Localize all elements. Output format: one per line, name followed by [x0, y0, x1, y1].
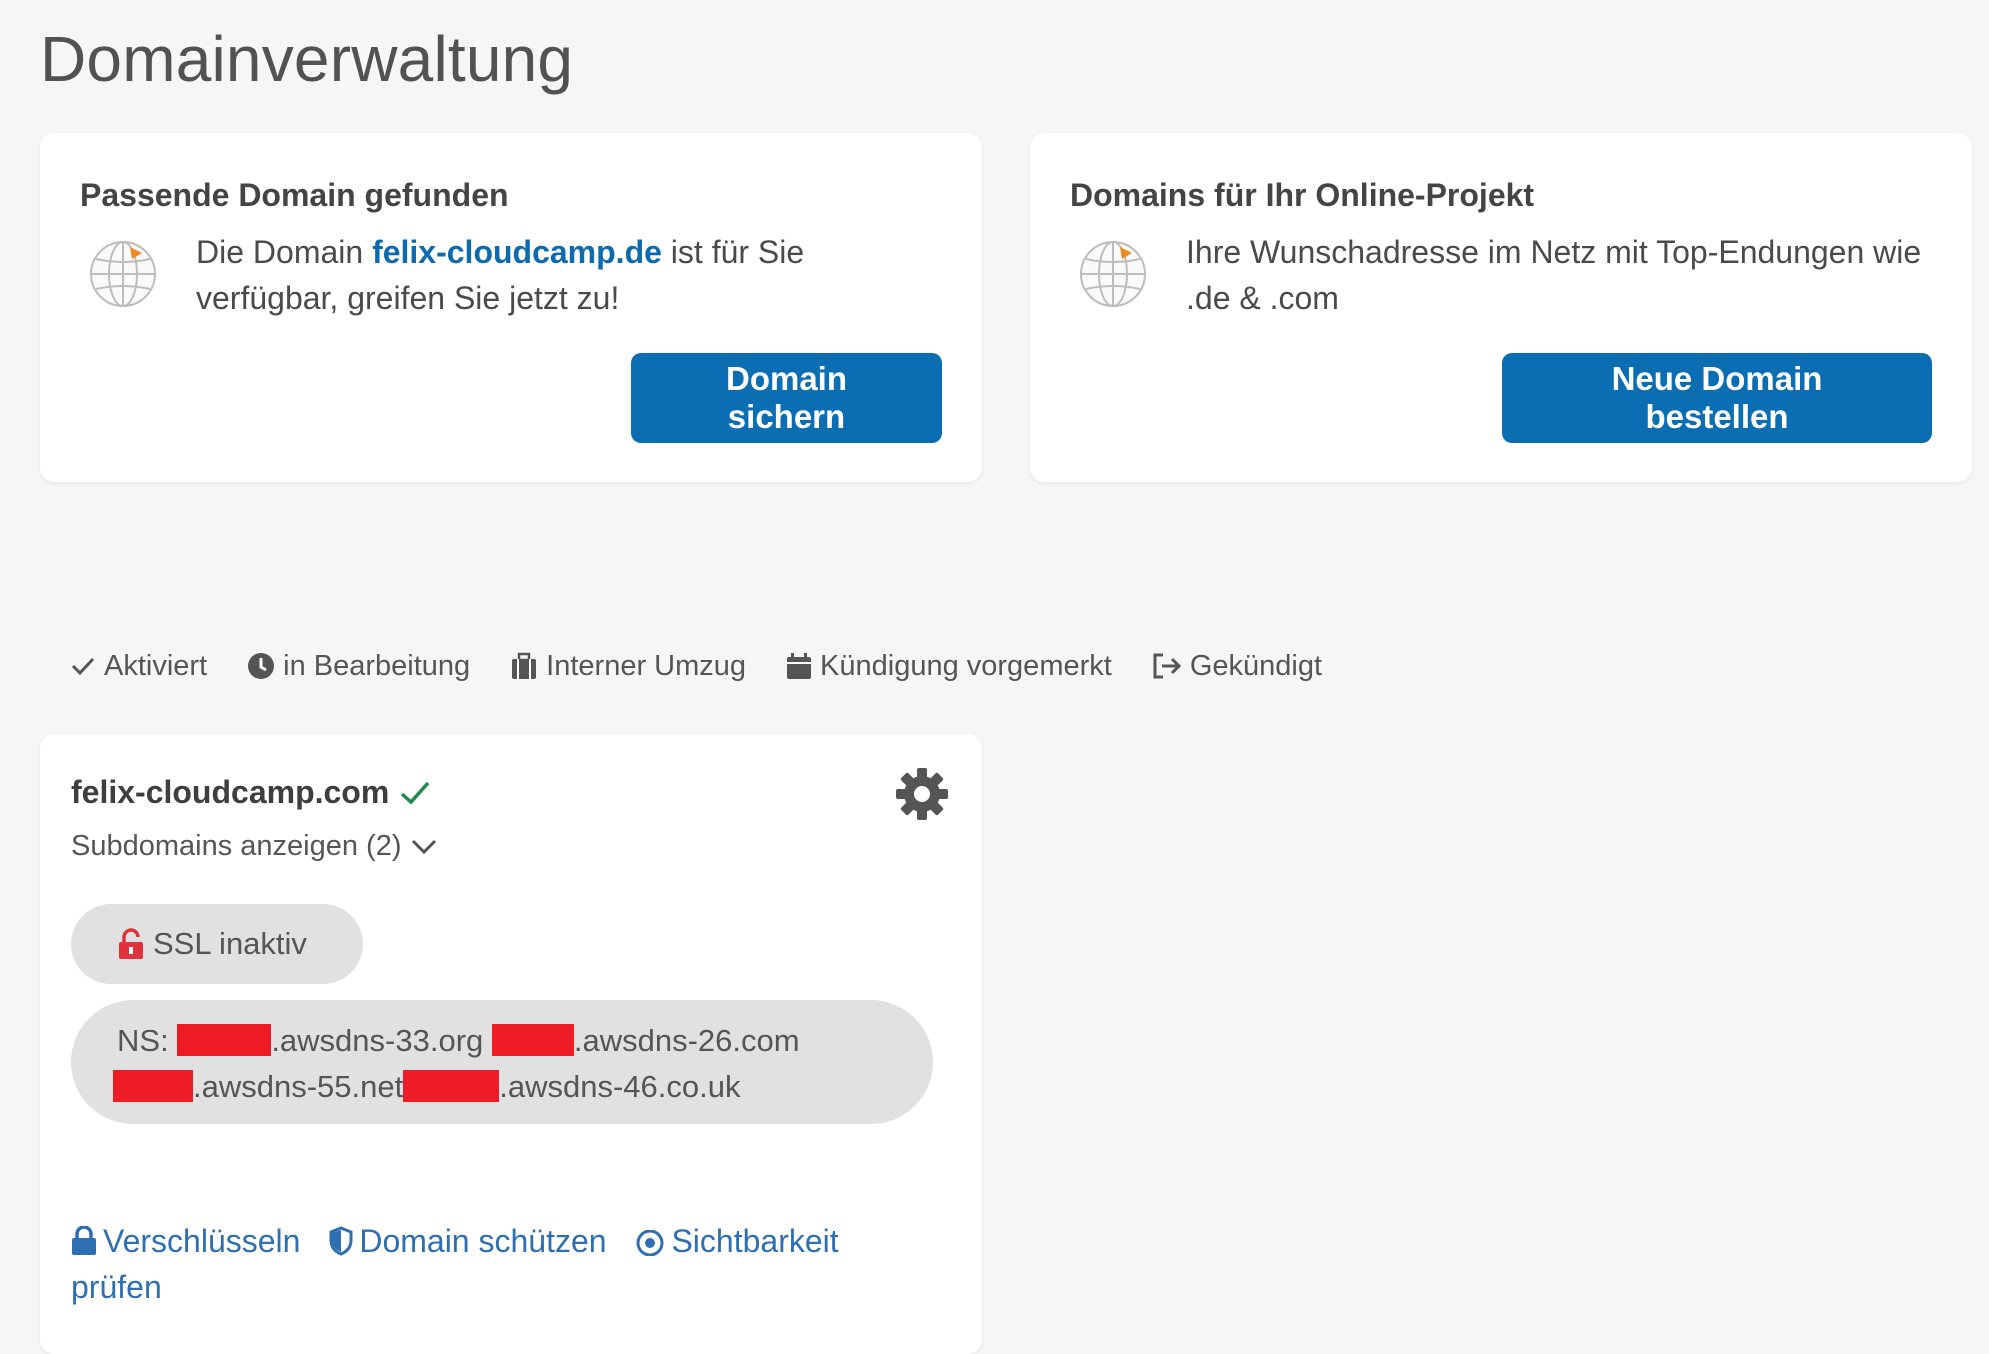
promo-text-before: Die Domain [196, 234, 373, 270]
legend-item-interner-umzug: Interner Umzug [510, 650, 746, 683]
check-icon [71, 657, 95, 676]
nameserver-badge: NS: .awsdns-33.org .awsdns-26.com .awsdn… [71, 1000, 933, 1124]
domain-name-row: felix-cloudcamp.com [71, 774, 431, 811]
chevron-down-icon [412, 839, 437, 854]
clock-icon [248, 653, 275, 679]
ns-line: .awsdns-55.net .awsdns-46.co.uk [113, 1064, 933, 1110]
ssl-status-label: SSL inaktiv [153, 926, 307, 961]
gear-icon[interactable] [894, 766, 950, 822]
calendar-icon [787, 653, 812, 679]
promo-card-domain-found: Passende Domain gefunden Die Domain feli… [40, 133, 982, 482]
protect-label: Domain schützen [359, 1223, 607, 1259]
suitcase-icon [512, 652, 537, 679]
redaction-bar [177, 1024, 272, 1056]
legend-label: Interner Umzug [546, 649, 747, 682]
shield-icon [329, 1226, 353, 1256]
redaction-bar [113, 1070, 193, 1102]
legend-label: Aktiviert [104, 649, 208, 682]
lock-icon [72, 1225, 96, 1255]
redaction-bar [491, 1024, 574, 1056]
domain-actions: Verschlüsseln Domain schützen Sichtbarke… [71, 1218, 941, 1310]
unlock-icon [119, 928, 143, 959]
domain-name[interactable]: felix-cloudcamp.com [71, 774, 389, 811]
available-domain-link[interactable]: felix-cloudcamp.de [372, 234, 662, 270]
ns-entry: .awsdns-33.org [271, 1023, 484, 1058]
promo-card-online-project: Domains für Ihr Online-Projekt Ihre Wuns… [1030, 133, 1972, 482]
promo-heading: Domains für Ihr Online-Projekt [1070, 177, 1535, 213]
legend-label: Gekündigt [1189, 649, 1323, 682]
promo-text: Die Domain felix-cloudcamp.de ist für Si… [196, 229, 936, 321]
legend-item-in-bearbeitung: in Bearbeitung [247, 650, 470, 683]
legend-item-aktiviert: Aktiviert [70, 650, 207, 683]
legend-item-kuendigung-vorgemerkt: Kündigung vorgemerkt [786, 650, 1112, 683]
legend-item-gekuendigt: Gekündigt [1152, 650, 1322, 683]
ssl-status-badge: SSL inaktiv [71, 904, 363, 984]
domain-sichern-button[interactable]: Domain sichern [631, 353, 942, 443]
promo-heading: Passende Domain gefunden [80, 177, 509, 213]
ns-line: NS: .awsdns-33.org .awsdns-26.com [117, 1018, 933, 1064]
status-legend: Aktiviert in Bearbeitung Interner Umzug … [70, 646, 1362, 686]
eye-icon [636, 1229, 664, 1257]
sign-out-icon [1153, 653, 1181, 679]
neue-domain-bestellen-button[interactable]: Neue Domain bestellen [1502, 353, 1932, 443]
subdomains-toggle[interactable]: Subdomains anzeigen (2) [71, 830, 437, 863]
promo-text: Ihre Wunschadresse im Netz mit Top-Endun… [1186, 234, 1922, 316]
ns-prefix: NS: [117, 1023, 169, 1058]
domain-card: felix-cloudcamp.com Subdomains anzeigen … [40, 734, 982, 1354]
page-title: Domainverwaltung [40, 23, 574, 95]
check-icon [401, 781, 430, 804]
globe-icon [90, 241, 156, 307]
subdomains-label: Subdomains anzeigen (2) [71, 830, 402, 862]
ns-entry: .awsdns-26.com [573, 1023, 800, 1058]
ns-entry: .awsdns-46.co.uk [499, 1069, 741, 1104]
legend-label: in Bearbeitung [283, 649, 471, 682]
globe-icon [1080, 241, 1146, 307]
encrypt-label: Verschlüsseln [103, 1223, 301, 1259]
protect-domain-link[interactable]: Domain schützen [329, 1223, 607, 1259]
encrypt-link[interactable]: Verschlüsseln [71, 1223, 300, 1259]
redaction-bar [403, 1070, 500, 1102]
legend-label: Kündigung vorgemerkt [820, 649, 1112, 682]
ns-entry: .awsdns-55.net [193, 1069, 404, 1104]
